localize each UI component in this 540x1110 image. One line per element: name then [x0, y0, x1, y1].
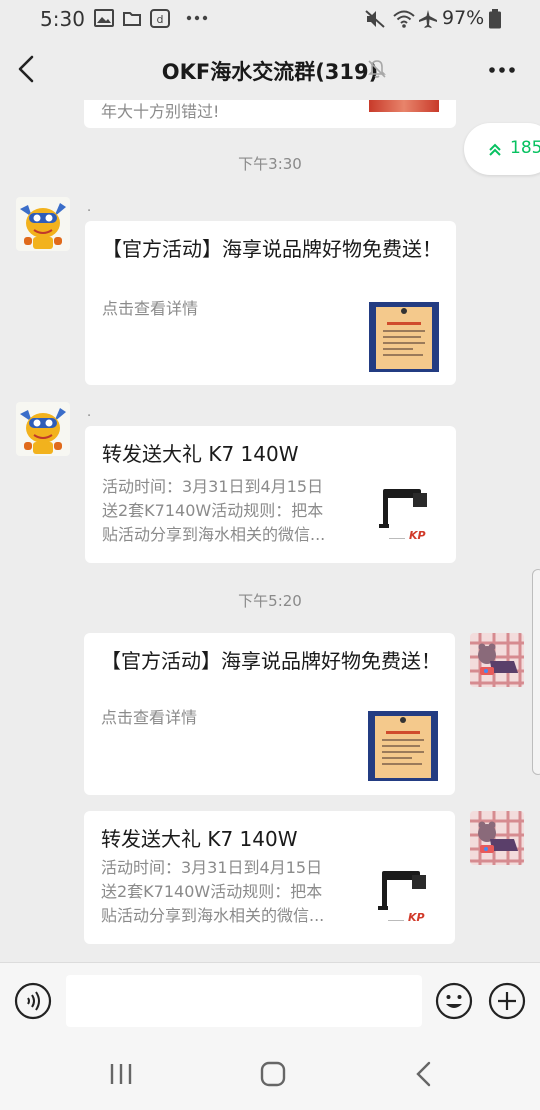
- link-card[interactable]: 转发送大礼 K7 140W 活动时间：3月31日到4月15日 送2套K7140W…: [85, 426, 456, 563]
- message-input[interactable]: [66, 975, 422, 1027]
- svg-text:KP: KP: [408, 911, 425, 924]
- link-card[interactable]: 转发送大礼 K7 140W 活动时间：3月31日到4月15日 送2套K7140W…: [84, 811, 455, 944]
- poster-thumbnail: [368, 711, 438, 781]
- chat-header: OKF海水交流群(319): [0, 38, 540, 100]
- robot-avatar-icon: [16, 402, 70, 456]
- chat-title: OKF海水交流群(319): [161, 60, 379, 84]
- card-description-line: 送2套K7140W活动规则：把本: [102, 501, 324, 520]
- card-title: 【官方活动】海享说品牌好物免费送！: [101, 649, 441, 673]
- lamp-thumbnail: KP: [369, 481, 439, 551]
- muted-bell-icon: [368, 60, 386, 78]
- partial-message-card[interactable]: 年大十方别错过!: [84, 100, 456, 128]
- sender-name: .: [87, 405, 92, 420]
- system-nav-bar: [0, 1038, 540, 1110]
- recents-icon[interactable]: [108, 1062, 136, 1086]
- card-title: 【官方活动】海享说品牌好物免费送！: [102, 237, 442, 261]
- chat-area[interactable]: 年大十方别错过! 185 下午3:30 . 【官方活动】海享说品牌好物免费送！ …: [0, 100, 540, 962]
- home-icon[interactable]: [259, 1060, 287, 1088]
- airplane-icon: [419, 10, 437, 28]
- svg-text:KP: KP: [409, 529, 426, 542]
- avatar[interactable]: [16, 402, 70, 456]
- d-app-icon: d: [150, 9, 170, 28]
- self-avatar[interactable]: [470, 633, 524, 687]
- avatar[interactable]: [16, 197, 70, 251]
- card-description-line: 贴活动分享到海水相关的微信...: [101, 906, 325, 925]
- link-card[interactable]: 【官方活动】海享说品牌好物免费送！ 点击查看详情: [85, 221, 456, 385]
- card-title: 转发送大礼 K7 140W: [102, 442, 299, 466]
- partial-thumbnail: [369, 100, 439, 112]
- emoji-icon[interactable]: [435, 982, 473, 1020]
- timestamp: 下午3:30: [238, 155, 302, 173]
- input-bar: [0, 962, 540, 1038]
- sender-name: .: [87, 200, 92, 215]
- folder-icon: [123, 12, 141, 26]
- mute-icon: [365, 10, 385, 28]
- voice-icon[interactable]: [14, 982, 52, 1020]
- back-nav-icon[interactable]: [412, 1060, 436, 1088]
- svg-text:d: d: [157, 13, 164, 26]
- wifi-icon: [393, 10, 415, 28]
- plaid-bear-avatar-icon: [470, 633, 524, 687]
- battery-percent: 97%: [442, 7, 485, 29]
- card-description: 点击查看详情: [101, 708, 198, 727]
- status-bar: 5:30 d 97%: [0, 0, 540, 38]
- more-dots-icon: [186, 15, 208, 21]
- battery-icon: [489, 9, 501, 29]
- card-description-line: 活动时间：3月31日到4月15日: [102, 477, 324, 496]
- lamp-thumbnail: KP: [368, 863, 438, 933]
- card-title: 转发送大礼 K7 140W: [101, 827, 298, 851]
- robot-avatar-icon: [16, 197, 70, 251]
- timestamp: 下午5:20: [238, 592, 302, 610]
- card-description: 点击查看详情: [102, 299, 199, 318]
- card-description-line: 贴活动分享到海水相关的微信...: [102, 525, 326, 544]
- card-description-line: 活动时间：3月31日到4月15日: [101, 858, 323, 877]
- image-icon: [94, 9, 114, 27]
- plus-icon[interactable]: [488, 982, 526, 1020]
- scrollbar-handle[interactable]: [532, 569, 540, 775]
- plaid-bear-avatar-icon: [470, 811, 524, 865]
- poster-thumbnail: [369, 302, 439, 372]
- link-card[interactable]: 【官方活动】海享说品牌好物免费送！ 点击查看详情: [84, 633, 455, 795]
- more-icon[interactable]: [488, 66, 516, 74]
- card-description-line: 送2套K7140W活动规则：把本: [101, 882, 323, 901]
- status-time: 5:30: [40, 7, 85, 31]
- self-avatar[interactable]: [470, 811, 524, 865]
- partial-message-text: 年大十方别错过!: [101, 102, 220, 121]
